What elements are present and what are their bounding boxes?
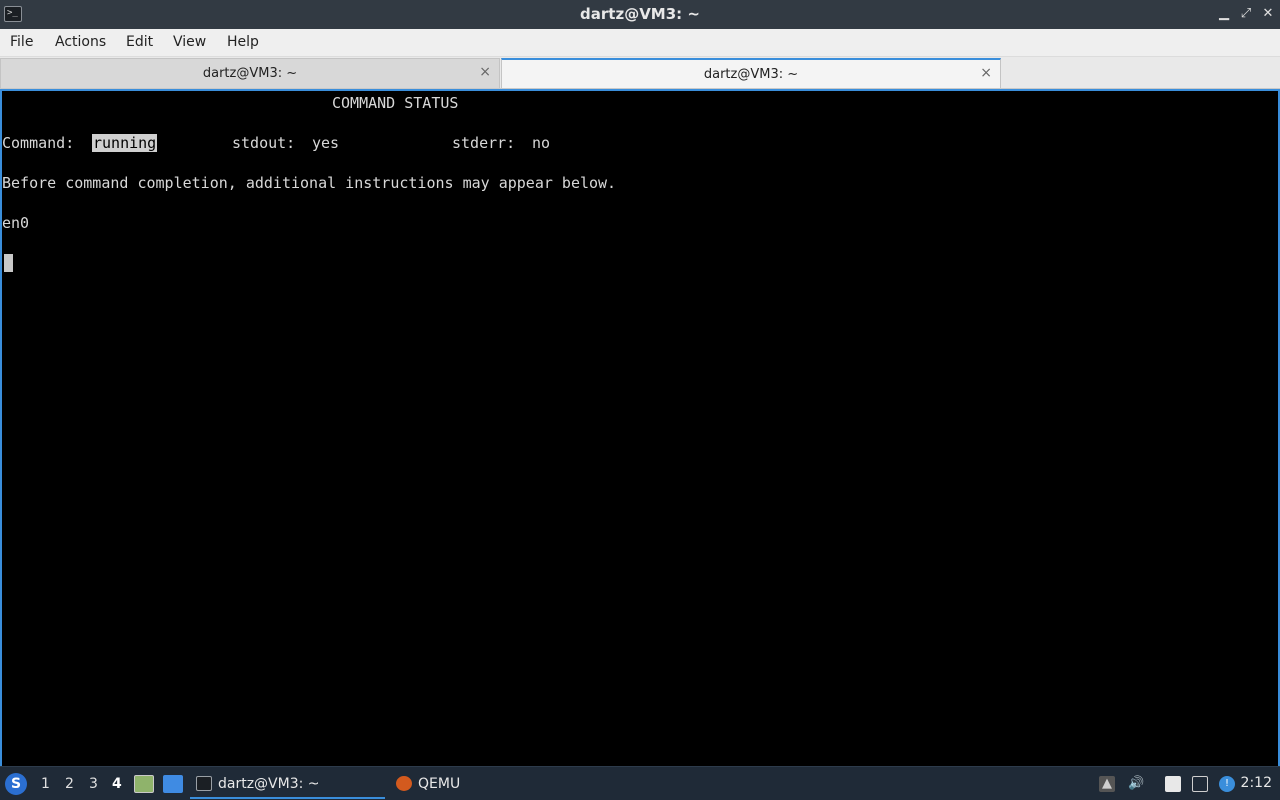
terminal-pane[interactable]: COMMAND STATUS Command: running stdout: … (0, 89, 1280, 766)
instruction-note: Before command completion, additional in… (2, 174, 617, 192)
menu-help[interactable]: Help (227, 34, 259, 50)
tab-2[interactable]: dartz@VM3: ~ × (501, 58, 1001, 88)
stdout-label: stdout: (232, 134, 296, 152)
close-icon[interactable]: ✕ (1259, 5, 1277, 23)
tab-close-icon[interactable]: × (479, 64, 491, 80)
stderr-label: stderr: (452, 134, 516, 152)
menu-file[interactable]: File (10, 34, 33, 50)
show-desktop-icon[interactable] (163, 775, 183, 793)
window-titlebar: >_ dartz@VM3: ~ ▁ ⤢ ✕ (0, 0, 1280, 29)
tab-close-icon[interactable]: × (980, 65, 992, 81)
task-terminal-label: dartz@VM3: ~ (218, 776, 320, 792)
terminal-icon (196, 776, 212, 791)
task-qemu-label: QEMU (418, 776, 461, 792)
qemu-icon (396, 776, 412, 791)
window-title: dartz@VM3: ~ (580, 5, 700, 23)
minimize-icon[interactable]: ▁ (1215, 5, 1233, 23)
task-qemu[interactable]: QEMU (390, 771, 500, 799)
workspace-1[interactable]: 1 (41, 776, 50, 792)
volume-icon[interactable]: 🔊 (1128, 776, 1144, 792)
tab-label: dartz@VM3: ~ (202, 66, 298, 81)
maximize-icon[interactable]: ⤢ (1237, 5, 1255, 23)
tray-menu-icon[interactable]: ▲ (1099, 776, 1115, 792)
start-menu-icon[interactable]: S (5, 773, 27, 795)
display-icon[interactable] (1192, 776, 1208, 792)
workspace-2[interactable]: 2 (65, 776, 74, 792)
tab-bar: dartz@VM3: ~ × dartz@VM3: ~ × (0, 57, 1280, 89)
menu-actions[interactable]: Actions (55, 34, 106, 50)
output-line: en0 (2, 214, 30, 232)
workspace-3[interactable]: 3 (89, 776, 98, 792)
workspace-4[interactable]: 4 (112, 776, 122, 792)
command-status-value: running (92, 134, 158, 152)
taskbar: S 1 2 3 4 dartz@VM3: ~ QEMU ▲ 🔊 ! 2:12 (0, 766, 1280, 800)
menu-bar: File Actions Edit View Help (0, 29, 1280, 57)
update-notification-icon[interactable]: ! (1219, 776, 1235, 792)
command-status-highlight: running (92, 134, 158, 152)
menu-view[interactable]: View (173, 34, 206, 50)
task-terminal[interactable]: dartz@VM3: ~ (190, 771, 385, 799)
stdout-value: yes (312, 134, 340, 152)
command-label: Command: (2, 134, 75, 152)
terminal-header: COMMAND STATUS (332, 94, 459, 112)
tab-label: dartz@VM3: ~ (703, 67, 799, 82)
stderr-value: no (532, 134, 551, 152)
file-manager-icon[interactable] (134, 775, 154, 793)
clock[interactable]: 2:12 (1241, 775, 1272, 791)
text-cursor (4, 254, 13, 272)
clipboard-icon[interactable] (1165, 776, 1181, 792)
tab-1[interactable]: dartz@VM3: ~ × (0, 58, 500, 88)
menu-edit[interactable]: Edit (126, 34, 153, 50)
